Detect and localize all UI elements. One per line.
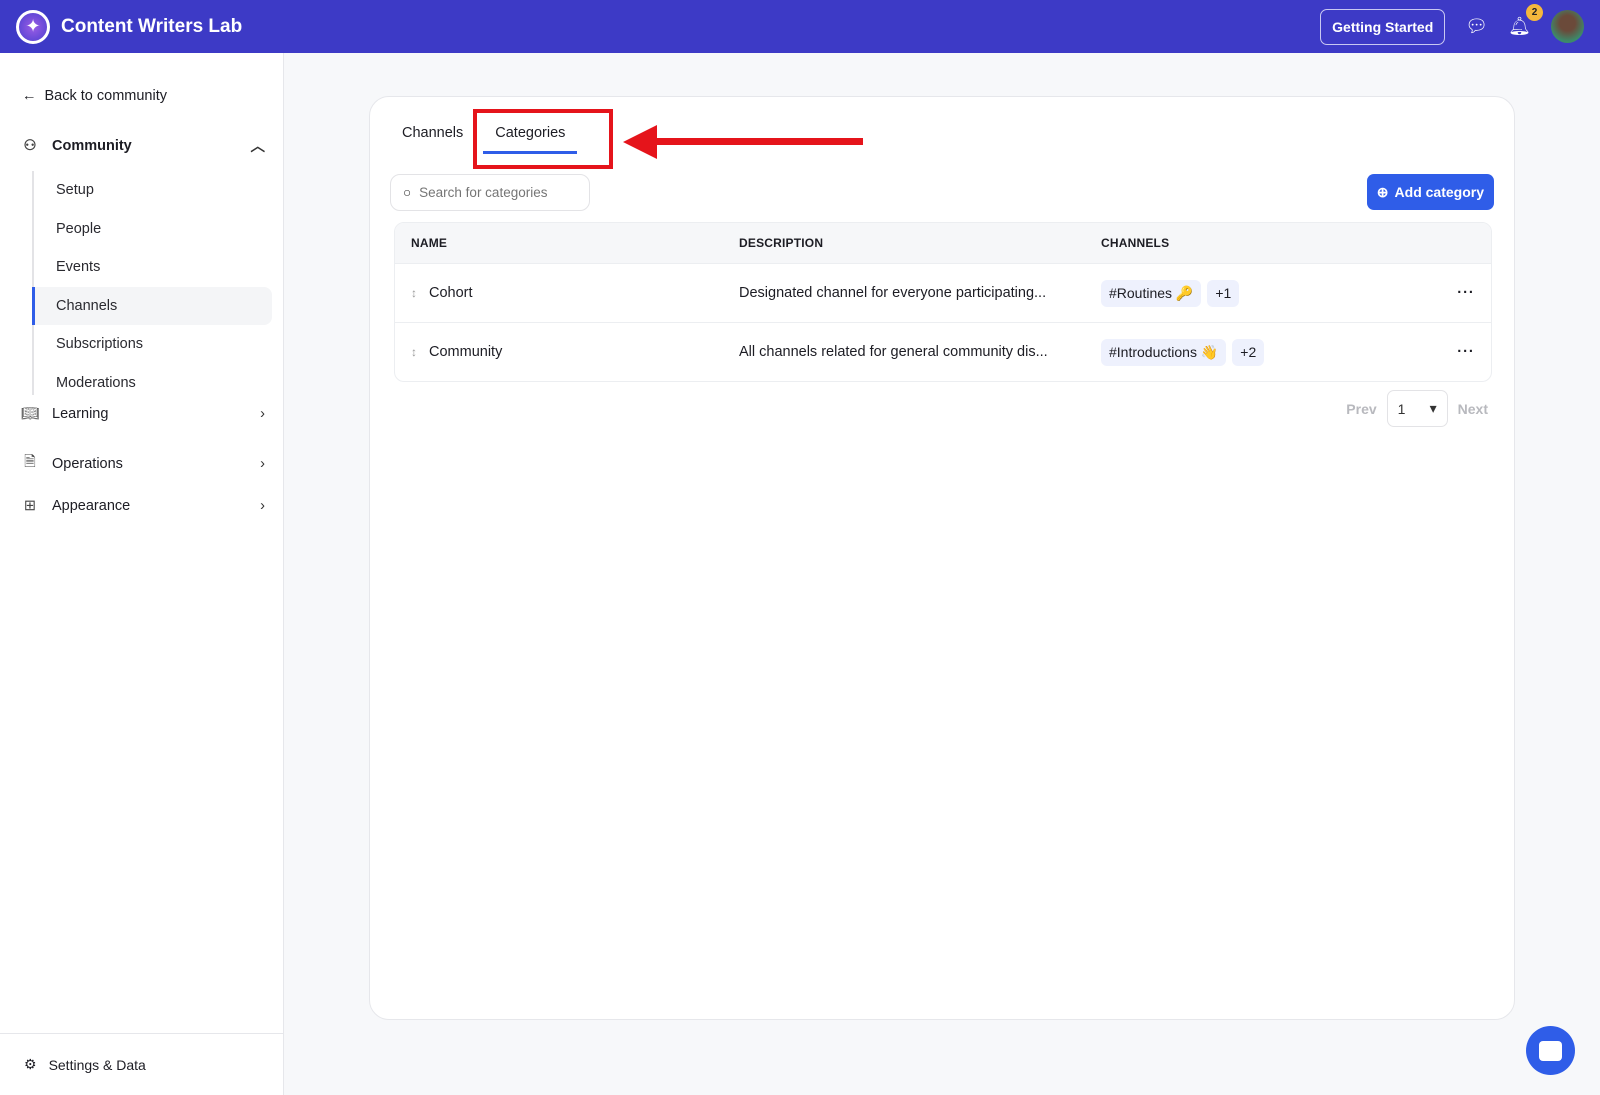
avatar[interactable] xyxy=(1551,10,1584,43)
sidebar-section-operations[interactable]: 🗎 Operations › xyxy=(20,451,265,476)
sidebar-item-moderations[interactable]: Moderations xyxy=(34,364,272,403)
back-to-community-link[interactable]: ← Back to community xyxy=(22,88,167,104)
more-channels-chip[interactable]: +2 xyxy=(1232,338,1265,366)
add-category-label: Add category xyxy=(1394,184,1484,200)
column-name: NAME xyxy=(411,236,448,250)
layout-icon: ⊞ xyxy=(23,498,37,514)
highlight-box xyxy=(473,109,613,169)
categories-table: NAME DESCRIPTION CHANNELS ↕ Cohort Design… xyxy=(394,222,1492,382)
sidebar-item-people[interactable]: People xyxy=(34,210,272,249)
chevron-right-icon: › xyxy=(260,405,265,422)
section-label: Appearance xyxy=(52,498,131,514)
section-label: Learning xyxy=(52,405,109,422)
sidebar: ← Back to community ⚇ Community ︿ Setup Peo… xyxy=(0,53,284,1095)
column-channels: CHANNELS xyxy=(1101,236,1170,250)
drag-handle-icon[interactable]: ↕ xyxy=(411,345,417,359)
logo-icon[interactable]: ✦ xyxy=(16,9,50,44)
book-icon: 📖︎ xyxy=(20,406,40,422)
gear-icon: ⚙ xyxy=(24,1056,37,1072)
channel-chip: #Introductions 👋 xyxy=(1101,338,1227,366)
drag-handle-icon[interactable]: ↕ xyxy=(411,286,417,300)
table-header: NAME DESCRIPTION CHANNELS xyxy=(395,223,1491,263)
getting-started-button[interactable]: Getting Started xyxy=(1320,8,1446,45)
section-label: Community xyxy=(52,137,132,154)
notification-badge: 2 xyxy=(1526,4,1543,21)
categories-card: Channels Categories ○ ⊕Add category NAME… xyxy=(369,96,1515,1020)
next-button[interactable]: Next xyxy=(1458,401,1488,417)
brand-name: Content Writers Lab xyxy=(61,15,243,37)
table-row[interactable]: ↕ Community All channels related for gene… xyxy=(395,322,1491,381)
back-label: Back to community xyxy=(44,88,168,104)
sidebar-section-learning[interactable]: 📖︎ Learning › xyxy=(20,405,265,423)
chat-bubble-icon xyxy=(1539,1040,1562,1061)
pagination: Prev 1 ▾ Next xyxy=(1346,390,1488,427)
caret-down-icon: ▾ xyxy=(1429,400,1437,416)
bell-icon[interactable]: 🔔︎ 2 xyxy=(1508,4,1543,37)
page-select[interactable]: 1 ▾ xyxy=(1386,390,1448,427)
more-channels-chip[interactable]: +1 xyxy=(1207,279,1240,307)
more-options-icon[interactable]: ··· xyxy=(1441,344,1491,360)
file-gear-icon: 🗎 xyxy=(24,454,36,470)
sidebar-section-appearance[interactable]: ⊞ Appearance › xyxy=(20,498,265,514)
chevron-right-icon: › xyxy=(260,498,265,514)
search-field[interactable] xyxy=(419,185,570,200)
sidebar-item-setup[interactable]: Setup xyxy=(34,171,272,210)
more-options-icon[interactable]: ··· xyxy=(1441,285,1491,301)
sidebar-item-subscriptions[interactable]: Subscriptions xyxy=(34,325,272,364)
table-row[interactable]: ↕ Cohort Designated channel for everyone … xyxy=(395,263,1491,322)
search-input[interactable]: ○ xyxy=(390,174,590,211)
section-label: Operations xyxy=(52,455,123,472)
settings-label: Settings & Data xyxy=(48,1056,146,1073)
sidebar-item-channels[interactable]: Channels xyxy=(32,286,272,325)
add-category-button[interactable]: ⊕ Add category xyxy=(1366,174,1494,210)
community-subnav: Setup People Events Channels Subscriptio… xyxy=(32,171,272,395)
chevron-up-icon: ︿ xyxy=(250,139,266,155)
category-description: All channels related for general communi… xyxy=(739,344,1048,360)
top-bar: ✦ Content Writers Lab Getting Started 💬︎… xyxy=(0,0,1600,53)
sidebar-section-community[interactable]: ⚇ Community ︿ xyxy=(20,135,266,156)
community-icon: ⚇ xyxy=(23,137,37,154)
category-description: Designated channel for everyone particip… xyxy=(739,285,1047,301)
prev-button[interactable]: Prev xyxy=(1346,401,1376,417)
channel-chip: #Routines 🔑 xyxy=(1101,279,1202,307)
category-name: Community xyxy=(429,344,503,360)
plus-circle-icon: ⊕ xyxy=(1376,183,1389,200)
chat-widget-button[interactable] xyxy=(1526,1026,1575,1075)
settings-data-link[interactable]: ⚙ Settings & Data xyxy=(0,1033,284,1095)
search-icon: ○ xyxy=(403,185,412,200)
chat-icon[interactable]: 💬︎ xyxy=(1465,16,1488,37)
arrow-left-icon: ← xyxy=(22,88,37,104)
page-number: 1 xyxy=(1397,400,1406,417)
sidebar-item-events[interactable]: Events xyxy=(34,248,272,287)
column-description: DESCRIPTION xyxy=(739,236,824,250)
category-name: Cohort xyxy=(429,285,473,301)
annotation-arrow xyxy=(623,125,863,159)
chevron-right-icon: › xyxy=(260,455,265,472)
tab-channels[interactable]: Channels xyxy=(402,125,463,154)
